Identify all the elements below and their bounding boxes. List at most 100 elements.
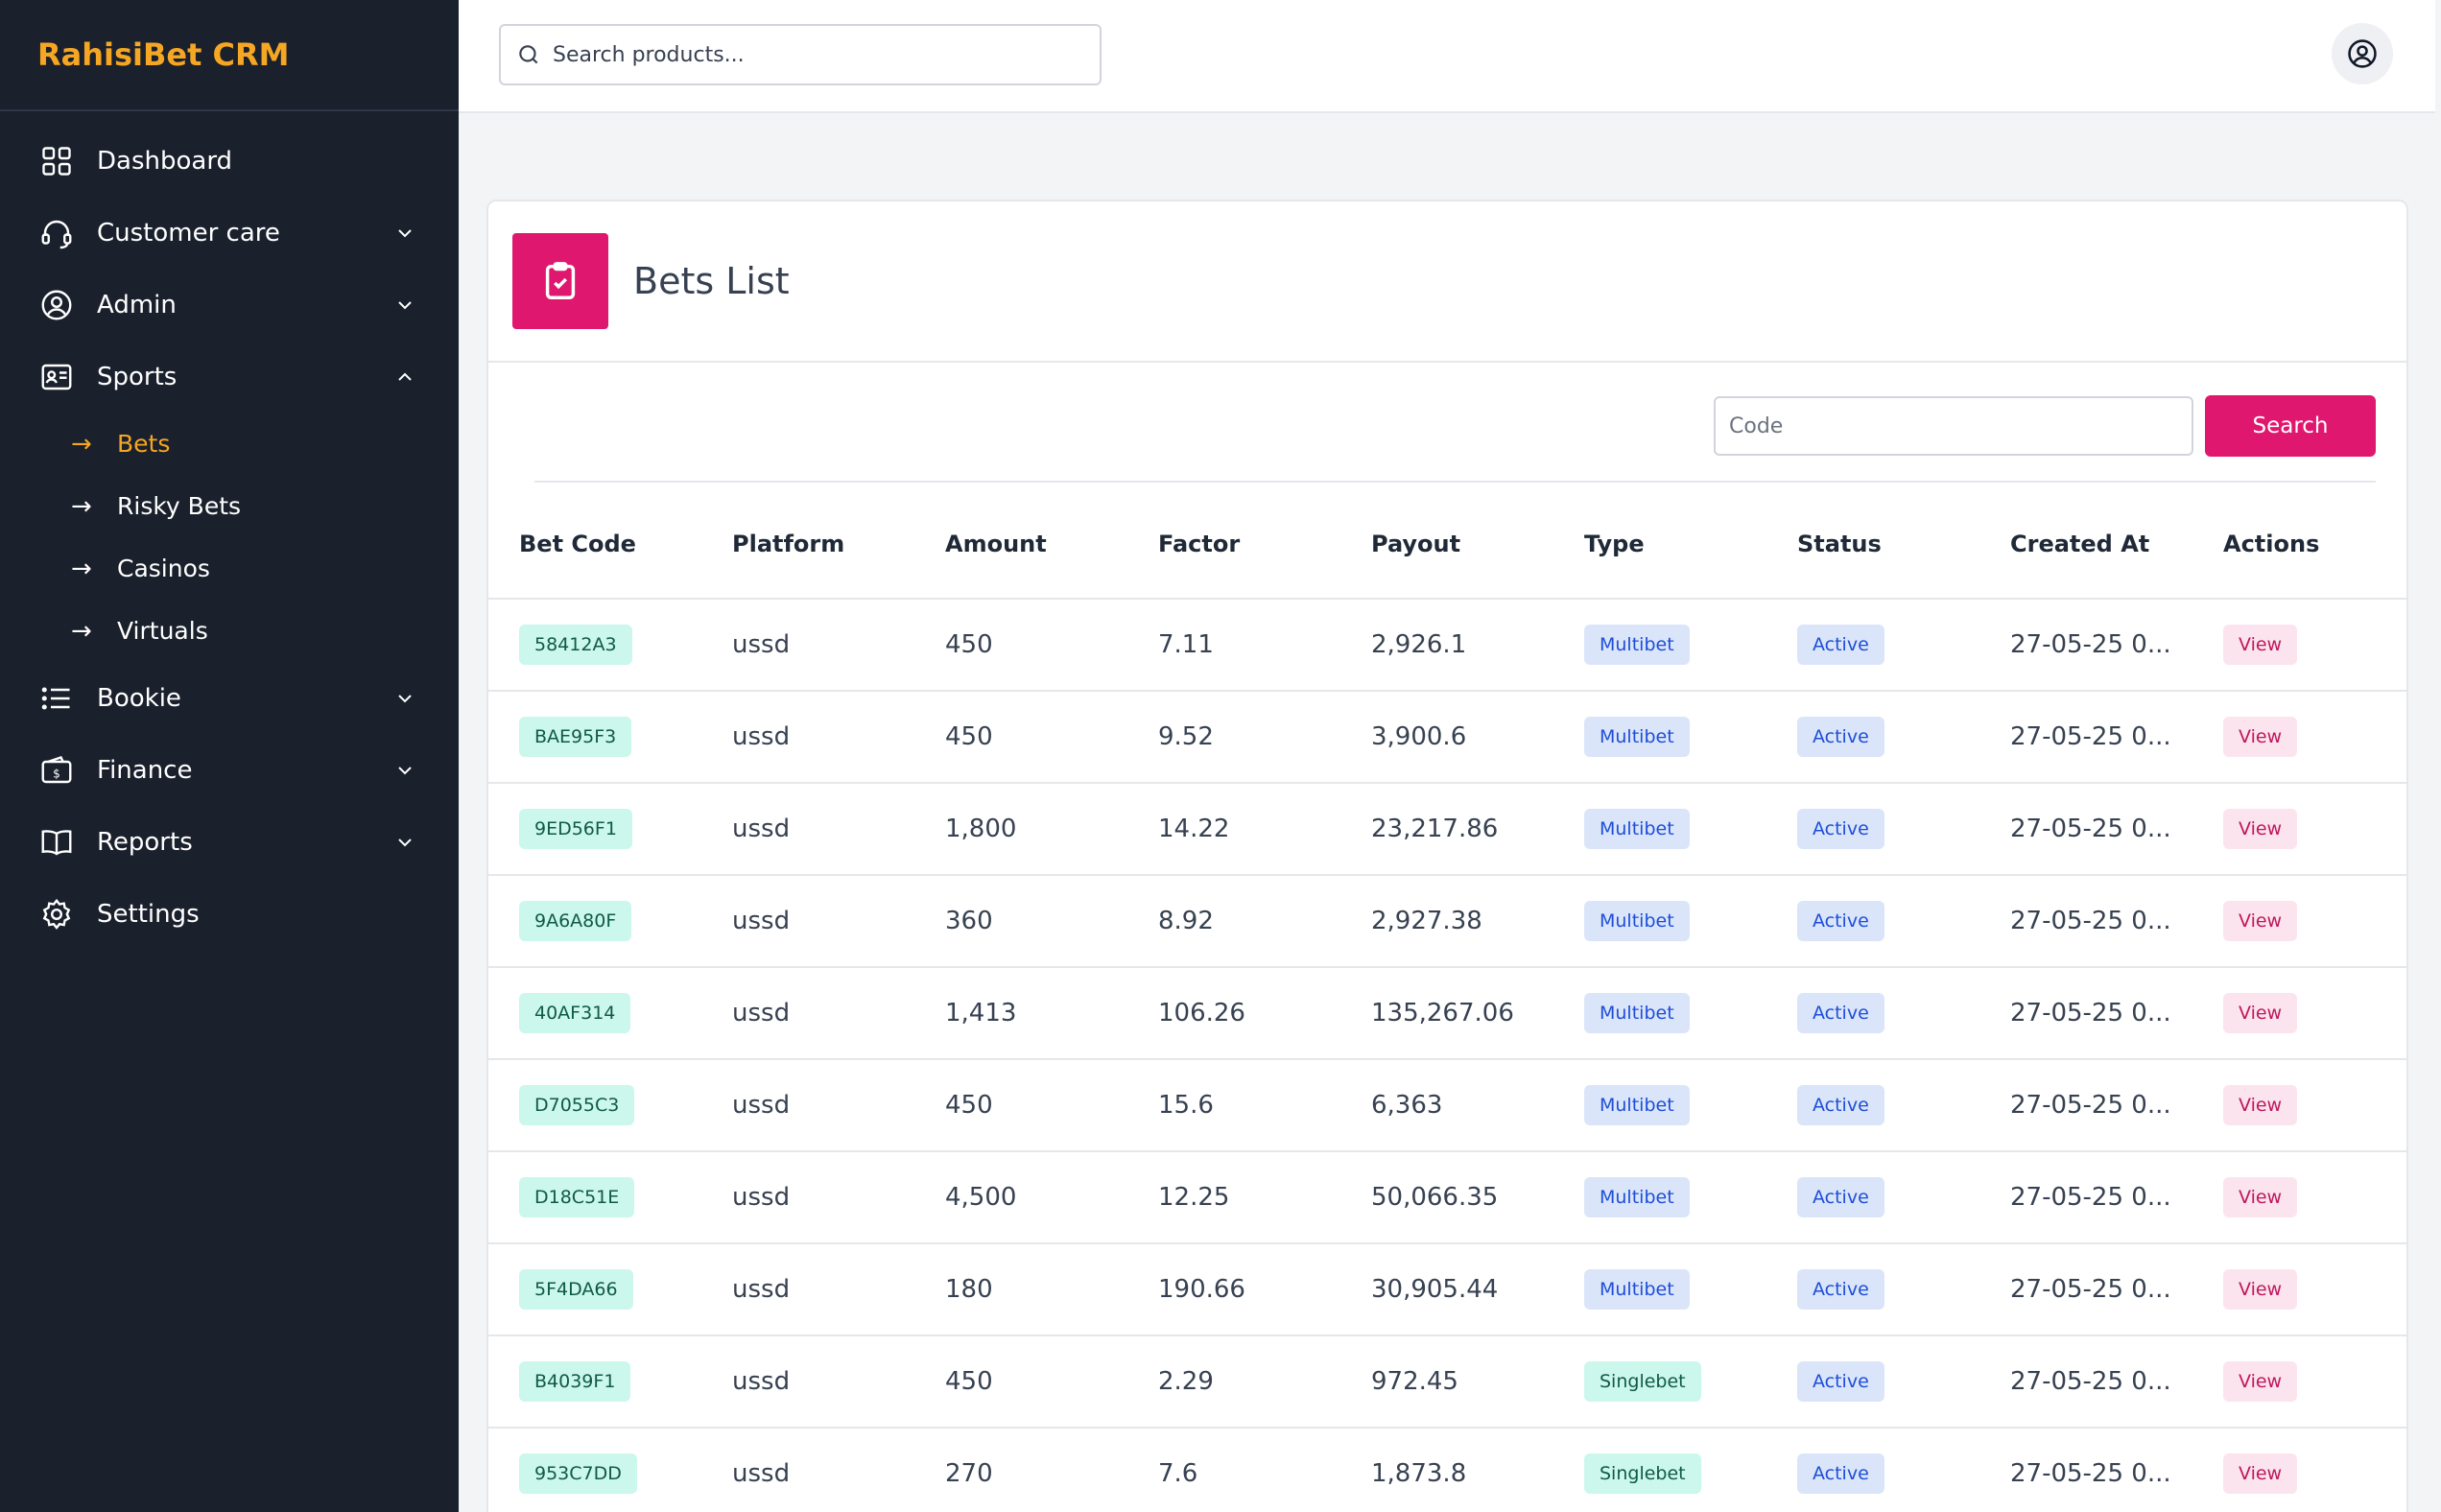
sidebar-item-customer-care[interactable]: Customer care <box>0 197 459 269</box>
table-row[interactable]: 58412A3 ussd 450 7.11 2,926.1 Multibet Active 2… <box>488 599 2408 692</box>
type-cell: Singlebet <box>1553 1428 1766 1512</box>
sidebar-nav: Dashboard Customer care Admin Sports → B <box>0 111 459 950</box>
chevron-down-icon <box>398 766 412 774</box>
sidebar-subitem-label: Casinos <box>117 555 210 582</box>
type-badge: Multibet <box>1584 901 1690 941</box>
platform-cell: ussd <box>701 967 914 1060</box>
actions-cell: View <box>2192 967 2408 1060</box>
sidebar-item-reports[interactable]: Reports <box>0 806 459 878</box>
chevron-down-icon <box>398 838 412 846</box>
table-row[interactable]: 40AF314 ussd 1,413 106.26 135,267.06 Multibet… <box>488 967 2408 1060</box>
column-header[interactable]: Created At <box>1979 489 2192 600</box>
type-badge: Multibet <box>1584 1269 1690 1310</box>
table-row[interactable]: D18C51E ussd 4,500 12.25 50,066.35 Multibet Ac… <box>488 1151 2408 1244</box>
amount-cell: 360 <box>914 875 1127 968</box>
bet-code-badge[interactable]: 58412A3 <box>519 625 632 665</box>
payout-cell: 6,363 <box>1340 1059 1553 1152</box>
bet-code-badge[interactable]: 5F4DA66 <box>519 1269 633 1310</box>
table-row[interactable]: 953C7DD ussd 270 7.6 1,873.8 Singlebet Active 2… <box>488 1428 2408 1512</box>
type-cell: Multibet <box>1553 1243 1766 1336</box>
view-button[interactable]: View <box>2223 1177 2298 1217</box>
view-button[interactable]: View <box>2223 1085 2298 1125</box>
sidebar-subitem-risky-bets[interactable]: → Risky Bets <box>0 475 459 537</box>
type-cell: Multibet <box>1553 783 1766 876</box>
search-field[interactable] <box>499 24 1102 85</box>
column-header[interactable]: Status <box>1766 489 1979 600</box>
column-header[interactable]: Payout <box>1340 489 1553 600</box>
bet-code-badge[interactable]: 953C7DD <box>519 1453 637 1494</box>
status-cell: Active <box>1766 875 1979 968</box>
created-at-cell: 27-05-25 0... <box>1979 1428 2192 1512</box>
column-header[interactable]: Bet Code <box>488 489 701 600</box>
bet-code-badge[interactable]: 40AF314 <box>519 993 631 1033</box>
status-badge: Active <box>1797 993 1884 1033</box>
view-button[interactable]: View <box>2223 1269 2298 1310</box>
status-badge: Active <box>1797 1453 1884 1494</box>
view-button[interactable]: View <box>2223 1453 2298 1494</box>
bet-code-badge[interactable]: 9A6A80F <box>519 901 632 941</box>
status-cell: Active <box>1766 691 1979 784</box>
table-row[interactable]: 9A6A80F ussd 360 8.92 2,927.38 Multibet Active… <box>488 875 2408 968</box>
created-at-cell: 27-05-25 0... <box>1979 599 2192 692</box>
factor-cell: 8.92 <box>1127 875 1340 968</box>
type-badge: Multibet <box>1584 717 1690 757</box>
factor-cell: 15.6 <box>1127 1059 1340 1152</box>
bet-code-cell: 9ED56F1 <box>488 783 701 876</box>
table-row[interactable]: 9ED56F1 ussd 1,800 14.22 23,217.86 Multibet Ac… <box>488 783 2408 876</box>
amount-cell: 1,800 <box>914 783 1127 876</box>
view-button[interactable]: View <box>2223 625 2298 665</box>
table-row[interactable]: B4039F1 ussd 450 2.29 972.45 Singlebet Active 2… <box>488 1335 2408 1429</box>
search-input[interactable] <box>553 42 1071 67</box>
type-badge: Multibet <box>1584 993 1690 1033</box>
bet-code-cell: B4039F1 <box>488 1335 701 1429</box>
bet-code-badge[interactable]: B4039F1 <box>519 1361 631 1402</box>
sidebar-item-bookie[interactable]: Bookie <box>0 662 459 734</box>
sidebar-item-finance[interactable]: $ Finance <box>0 734 459 806</box>
topbar <box>459 0 2435 113</box>
sidebar-item-label: Settings <box>97 899 200 929</box>
bet-code-cell: 953C7DD <box>488 1428 701 1512</box>
column-header[interactable]: Amount <box>914 489 1127 600</box>
table-row[interactable]: 5F4DA66 ussd 180 190.66 30,905.44 Multibet Act… <box>488 1243 2408 1336</box>
search-button[interactable]: Search <box>2205 395 2376 457</box>
type-cell: Multibet <box>1553 691 1766 784</box>
table-row[interactable]: D7055C3 ussd 450 15.6 6,363 Multibet Active 27-… <box>488 1059 2408 1152</box>
sidebar-subitem-virtuals[interactable]: → Virtuals <box>0 600 459 662</box>
view-button[interactable]: View <box>2223 901 2298 941</box>
card-header: Bets List <box>488 201 2406 363</box>
status-cell: Active <box>1766 1243 1979 1336</box>
code-input[interactable] <box>1714 396 2193 456</box>
view-button[interactable]: View <box>2223 717 2298 757</box>
table-body: 58412A3 ussd 450 7.11 2,926.1 Multibet Active 2… <box>488 599 2408 1512</box>
view-button[interactable]: View <box>2223 993 2298 1033</box>
user-circle-icon <box>39 288 74 322</box>
type-cell: Multibet <box>1553 1059 1766 1152</box>
bet-code-badge[interactable]: D7055C3 <box>519 1085 635 1125</box>
sidebar-subitem-casinos[interactable]: → Casinos <box>0 537 459 600</box>
svg-text:$: $ <box>53 767 60 780</box>
chevron-down-icon <box>398 694 412 702</box>
column-header[interactable]: Actions <box>2192 489 2408 600</box>
sidebar-item-sports[interactable]: Sports <box>0 341 459 413</box>
table-row[interactable]: BAE95F3 ussd 450 9.52 3,900.6 Multibet Active 2… <box>488 691 2408 784</box>
bet-code-badge[interactable]: BAE95F3 <box>519 717 632 757</box>
column-header[interactable]: Platform <box>701 489 914 600</box>
status-badge: Active <box>1797 809 1884 849</box>
sidebar-item-settings[interactable]: Settings <box>0 878 459 950</box>
created-at-cell: 27-05-25 0... <box>1979 1335 2192 1429</box>
sidebar-item-dashboard[interactable]: Dashboard <box>0 125 459 197</box>
grid-icon <box>39 144 74 178</box>
status-badge: Active <box>1797 1177 1884 1217</box>
sidebar-item-admin[interactable]: Admin <box>0 269 459 341</box>
view-button[interactable]: View <box>2223 809 2298 849</box>
bet-code-badge[interactable]: 9ED56F1 <box>519 809 632 849</box>
brand-logo[interactable]: RahisiBet CRM <box>0 0 459 111</box>
actions-cell: View <box>2192 1428 2408 1512</box>
bet-code-badge[interactable]: D18C51E <box>519 1177 635 1217</box>
arrow-right-icon: → <box>71 554 92 583</box>
sidebar-subitem-bets[interactable]: → Bets <box>0 413 459 475</box>
view-button[interactable]: View <box>2223 1361 2298 1402</box>
user-menu-button[interactable] <box>2332 23 2393 84</box>
column-header[interactable]: Type <box>1553 489 1766 600</box>
column-header[interactable]: Factor <box>1127 489 1340 600</box>
